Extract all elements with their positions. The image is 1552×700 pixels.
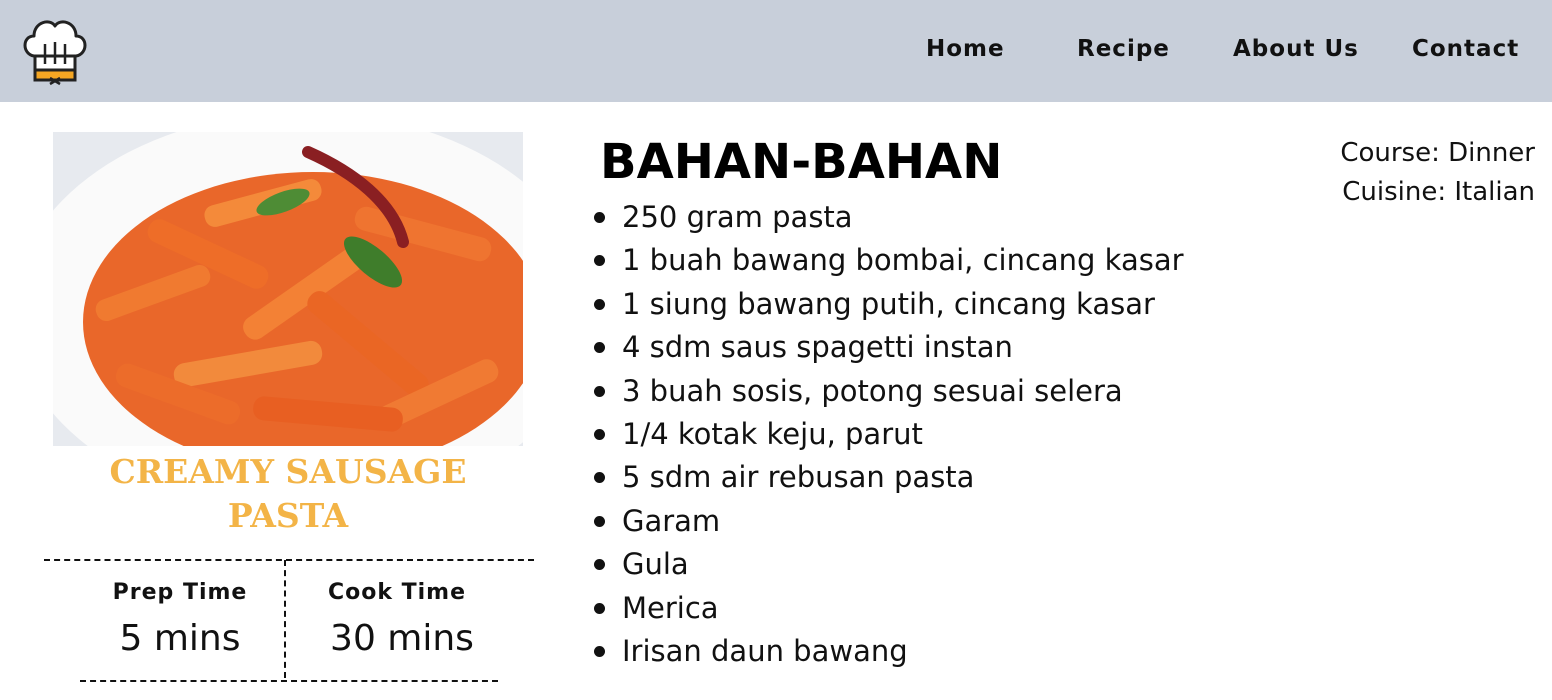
ingredient-item: Garam — [593, 501, 1184, 544]
ingredient-item: Irisan daun bawang — [593, 631, 1184, 674]
nav-home[interactable]: Home — [926, 36, 1005, 62]
chef-hat-logo[interactable] — [20, 14, 90, 88]
prep-time-value: 5 mins — [119, 618, 241, 659]
course-info: Course: Dinner — [1340, 138, 1535, 168]
ingredient-item: Gula — [593, 544, 1184, 587]
ingredient-item: 4 sdm saus spagetti instan — [593, 327, 1184, 370]
time-divider-top — [44, 559, 534, 561]
cook-time-value: 30 mins — [330, 618, 474, 659]
ingredient-item: 250 gram pasta — [593, 197, 1184, 240]
nav-recipe[interactable]: Recipe — [1077, 36, 1170, 62]
cuisine-info: Cuisine: Italian — [1342, 177, 1535, 207]
recipe-photo — [53, 132, 523, 446]
ingredients-heading: BAHAN-BAHAN — [600, 134, 1003, 190]
ingredient-item: 1 buah bawang bombai, cincang kasar — [593, 240, 1184, 283]
nav-about-us[interactable]: About Us — [1233, 36, 1359, 62]
cook-time-label: Cook Time — [327, 580, 467, 605]
recipe-meta: Course: Dinner Cuisine: Italian — [1340, 134, 1535, 212]
time-divider-bottom — [80, 680, 498, 682]
ingredient-item: 3 buah sosis, potong sesuai selera — [593, 371, 1184, 414]
ingredient-item: 1 siung bawang putih, cincang kasar — [593, 284, 1184, 327]
ingredient-item: 1/4 kotak keju, parut — [593, 414, 1184, 457]
ingredient-item: Merica — [593, 588, 1184, 631]
time-divider-vertical — [284, 560, 286, 678]
navbar: Home Recipe About Us Contact — [0, 0, 1552, 102]
ingredient-item: 5 sdm air rebusan pasta — [593, 457, 1184, 500]
ingredients-list: 250 gram pasta 1 buah bawang bombai, cin… — [593, 197, 1184, 674]
recipe-title: CREAMY SAUSAGE PASTA — [109, 452, 467, 535]
nav-contact[interactable]: Contact — [1412, 36, 1519, 62]
prep-time-label: Prep Time — [112, 580, 248, 605]
